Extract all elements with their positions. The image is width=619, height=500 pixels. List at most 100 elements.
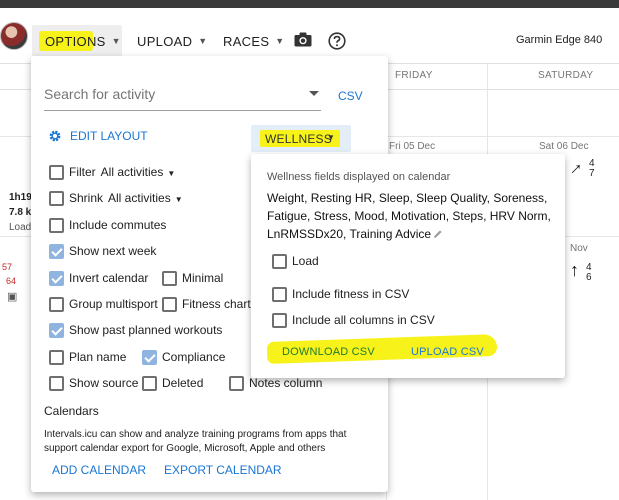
show-next-week-label: Show next week bbox=[69, 244, 157, 258]
shrink-checkbox[interactable] bbox=[49, 190, 64, 206]
minimal-checkbox[interactable] bbox=[162, 270, 177, 286]
upload-label: UPLOAD bbox=[137, 33, 193, 49]
add-calendar-button[interactable]: ADD CALENDAR bbox=[52, 463, 146, 477]
fitness-chart-row[interactable]: Fitness chart bbox=[162, 295, 251, 313]
group-multisport-checkbox[interactable] bbox=[49, 296, 64, 312]
include-fitness-row[interactable]: Include fitness in CSV bbox=[272, 285, 409, 303]
include-all-columns-row[interactable]: Include all columns in CSV bbox=[272, 311, 435, 329]
include-fitness-label: Include fitness in CSV bbox=[292, 287, 410, 301]
caret-down-icon: ▼ bbox=[198, 36, 208, 46]
races-menu-button[interactable]: RACES ▼ bbox=[223, 25, 285, 57]
include-all-columns-checkbox[interactable] bbox=[272, 312, 287, 328]
deleted-row[interactable]: Deleted bbox=[142, 374, 203, 392]
include-commutes-label: Include commutes bbox=[69, 218, 167, 232]
day-name-saturday: SATURDAY bbox=[538, 70, 594, 81]
invert-calendar-label: Invert calendar bbox=[69, 271, 149, 285]
edit-layout-button[interactable]: EDIT LAYOUT bbox=[48, 129, 148, 143]
shrink-label: Shrink bbox=[69, 191, 104, 205]
compliance-checkbox[interactable] bbox=[142, 349, 157, 365]
shrink-row[interactable]: Shrink All activities ▼ bbox=[49, 189, 183, 207]
wellness-title: Wellness fields displayed on calendar bbox=[267, 171, 451, 183]
compliance-label: Compliance bbox=[162, 350, 226, 364]
group-multisport-row[interactable]: Group multisport bbox=[49, 295, 158, 313]
notes-column-label: Notes column bbox=[249, 376, 323, 390]
day-name-friday: FRIDAY bbox=[395, 70, 433, 81]
device-name: Garmin Edge 840 bbox=[516, 34, 603, 46]
left-stat-red-1: 57 bbox=[2, 262, 13, 272]
window-top-band bbox=[0, 0, 619, 8]
date-sat-06: Sat 06 Dec bbox=[539, 141, 589, 152]
gear-icon bbox=[49, 130, 61, 142]
wellness-menu-button[interactable]: WELLNESS ▼ bbox=[251, 125, 351, 152]
avatar[interactable] bbox=[0, 22, 28, 50]
show-next-week-row[interactable]: Show next week bbox=[49, 242, 156, 260]
show-past-planned-row[interactable]: Show past planned workouts bbox=[49, 321, 222, 339]
trend-arrow-icon: ↑ bbox=[570, 260, 579, 280]
help-icon[interactable] bbox=[328, 32, 346, 50]
trend-arrow-icon: ↑ bbox=[566, 157, 588, 179]
wellness-label: WELLNESS bbox=[265, 132, 332, 146]
show-source-label: Show source bbox=[69, 376, 139, 390]
show-past-planned-checkbox[interactable] bbox=[49, 322, 64, 338]
show-source-row[interactable]: Show source bbox=[49, 374, 138, 392]
wellness-fields-list[interactable]: Weight, Resting HR, Sleep, Sleep Quality… bbox=[267, 189, 557, 243]
shrink-select[interactable]: All activities ▼ bbox=[108, 191, 183, 205]
races-label: RACES bbox=[223, 33, 270, 49]
caret-down-icon: ▼ bbox=[111, 36, 121, 46]
invert-calendar-checkbox[interactable] bbox=[49, 270, 64, 286]
filter-row[interactable]: Filter All activities ▼ bbox=[49, 163, 175, 181]
filter-checkbox[interactable] bbox=[49, 164, 64, 180]
date-nov: Nov bbox=[570, 243, 588, 254]
load-checkbox[interactable] bbox=[272, 253, 287, 269]
left-stat-load: Load bbox=[9, 222, 32, 233]
filter-select[interactable]: All activities ▼ bbox=[101, 165, 176, 179]
options-label: OPTIONS bbox=[45, 33, 106, 49]
minimal-label: Minimal bbox=[182, 271, 224, 285]
csv-link[interactable]: CSV bbox=[338, 89, 363, 103]
plan-name-row[interactable]: Plan name bbox=[49, 348, 126, 366]
options-menu-button[interactable]: OPTIONS ▼ bbox=[32, 25, 122, 57]
comment-icon: ▣ bbox=[7, 291, 18, 303]
date-fri-05: Fri 05 Dec bbox=[389, 141, 436, 152]
include-commutes-row[interactable]: Include commutes bbox=[49, 216, 166, 234]
upload-menu-button[interactable]: UPLOAD ▼ bbox=[137, 25, 207, 57]
include-fitness-checkbox[interactable] bbox=[272, 286, 287, 302]
fraction-bottom: 46 bbox=[586, 262, 592, 283]
include-commutes-checkbox[interactable] bbox=[49, 217, 64, 233]
calendars-description: Intervals.icu can show and analyze train… bbox=[44, 429, 347, 454]
fitness-chart-label: Fitness chart bbox=[182, 297, 251, 311]
compliance-row[interactable]: Compliance bbox=[142, 348, 225, 366]
fraction-top: 47 bbox=[589, 158, 595, 179]
upload-csv-button[interactable]: UPLOAD CSV bbox=[411, 346, 484, 358]
pencil-icon[interactable] bbox=[433, 229, 443, 239]
invert-calendar-row[interactable]: Invert calendar bbox=[49, 269, 148, 287]
group-multisport-label: Group multisport bbox=[69, 297, 158, 311]
wellness-fields-text: Weight, Resting HR, Sleep, Sleep Quality… bbox=[267, 191, 551, 241]
deleted-label: Deleted bbox=[162, 376, 204, 390]
plan-name-checkbox[interactable] bbox=[49, 349, 64, 365]
load-row[interactable]: Load bbox=[272, 252, 319, 270]
left-stat-duration: 1h19 bbox=[9, 192, 32, 203]
show-past-planned-label: Show past planned workouts bbox=[69, 323, 223, 337]
download-csv-button[interactable]: DOWNLOAD CSV bbox=[282, 346, 375, 358]
export-calendar-button[interactable]: EXPORT CALENDAR bbox=[164, 463, 282, 477]
deleted-checkbox[interactable] bbox=[142, 375, 157, 391]
show-source-checkbox[interactable] bbox=[49, 375, 64, 391]
wellness-dropdown: Wellness fields displayed on calendar We… bbox=[251, 154, 565, 378]
dropdown-arrow-icon[interactable] bbox=[309, 91, 319, 96]
show-next-week-checkbox[interactable] bbox=[49, 243, 64, 259]
search-placeholder: Search for activity bbox=[44, 86, 156, 102]
left-stat-distance: 7.8 k bbox=[9, 207, 32, 218]
minimal-row[interactable]: Minimal bbox=[162, 269, 223, 287]
notes-column-checkbox[interactable] bbox=[229, 375, 244, 391]
fitness-chart-checkbox[interactable] bbox=[162, 296, 177, 312]
caret-down-icon: ▼ bbox=[327, 133, 335, 142]
edit-layout-label: EDIT LAYOUT bbox=[70, 129, 148, 143]
filter-label: Filter bbox=[69, 165, 96, 179]
include-all-columns-label: Include all columns in CSV bbox=[292, 313, 435, 327]
calendars-heading: Calendars bbox=[44, 404, 99, 418]
caret-down-icon: ▼ bbox=[275, 36, 285, 46]
camera-icon[interactable] bbox=[294, 32, 312, 47]
load-label: Load bbox=[292, 254, 319, 268]
search-input[interactable]: Search for activity bbox=[44, 78, 321, 111]
